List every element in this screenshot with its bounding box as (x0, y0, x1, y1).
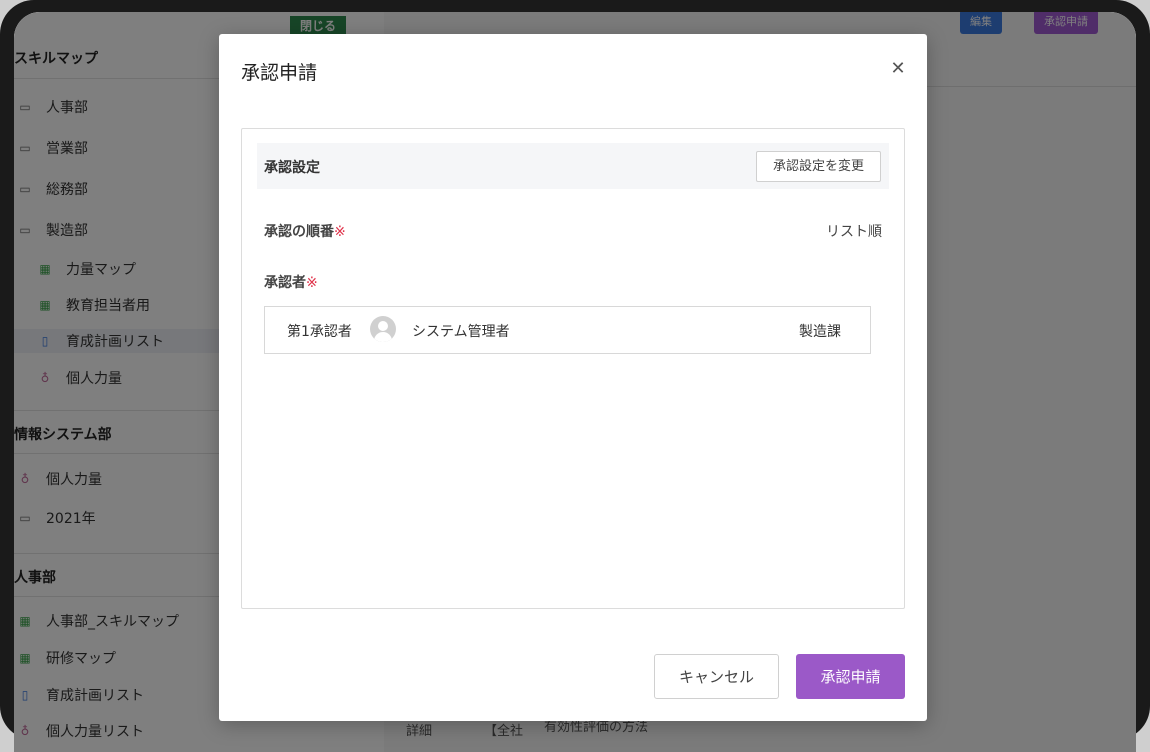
approvers-label: 承認者※ (264, 272, 318, 292)
approver-order: 第1承認者 (287, 324, 352, 340)
required-mark: ※ (306, 275, 318, 291)
approvers-label-text: 承認者 (264, 275, 306, 291)
approver-department: 製造課 (799, 324, 841, 340)
close-icon[interactable]: ✕ (887, 58, 909, 80)
modal-title: 承認申請 (241, 62, 318, 84)
cancel-button[interactable]: キャンセル (654, 654, 779, 699)
approval-request-modal: 承認申請 ✕ 承認設定 承認設定を変更 承認の順番※ リスト順 承認者※ 第1承… (219, 34, 927, 721)
submit-approval-button[interactable]: 承認申請 (796, 654, 905, 699)
change-settings-button[interactable]: 承認設定を変更 (755, 151, 881, 182)
approval-order-label: 承認の順番※ (264, 221, 346, 241)
settings-label: 承認設定 (264, 160, 320, 176)
required-mark: ※ (334, 224, 346, 240)
approval-order-value: リスト順 (826, 224, 882, 240)
settings-header: 承認設定 承認設定を変更 (257, 143, 889, 189)
avatar (370, 316, 396, 342)
approver-row: 第1承認者 システム管理者 製造課 (264, 306, 871, 354)
approval-order-label-text: 承認の順番 (264, 224, 334, 240)
approver-name: システム管理者 (412, 324, 510, 340)
approval-settings-panel: 承認設定 承認設定を変更 承認の順番※ リスト順 承認者※ 第1承認者 システム… (241, 128, 905, 609)
